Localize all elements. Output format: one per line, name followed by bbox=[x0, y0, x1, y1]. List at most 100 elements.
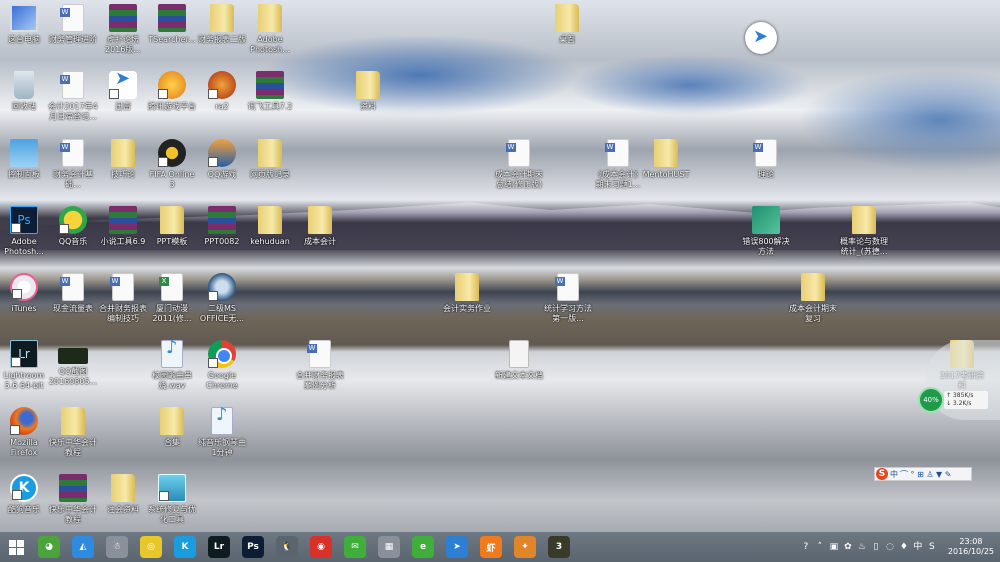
desktop-icon-ff[interactable]: Mozilla Firefox bbox=[0, 407, 50, 458]
desktop-icon-label: MentoHUST bbox=[642, 170, 690, 179]
desktop-icon-doc[interactable]: 理论 bbox=[740, 139, 792, 180]
desktop-icon-rar[interactable]: 快乐中华会计教程 bbox=[47, 474, 99, 525]
tray-icon[interactable]: ▣ bbox=[829, 542, 839, 553]
desktop-icon-folder[interactable]: kehuduan bbox=[244, 206, 296, 247]
desktop-icon-xls[interactable]: 厦门动漫2011(修... bbox=[146, 273, 198, 324]
desktop-icon-doc[interactable]: 财务管理进阶 bbox=[47, 4, 99, 45]
taskbar-app-baidu-netdisk[interactable]: ◭ bbox=[66, 532, 100, 562]
desktop-icon-bird[interactable]: 迅雷 bbox=[97, 71, 149, 112]
taskbar-app-360-browser[interactable]: ◕ bbox=[32, 532, 66, 562]
desktop-icon-folder[interactable]: 桌面 bbox=[541, 4, 593, 45]
desktop-icon-label: 回收站 bbox=[12, 102, 36, 111]
desktop-icon-doc[interactable]: 合并财务报表编制技巧 bbox=[97, 273, 149, 324]
desktop-icon-app[interactable]: 错误800解决方法 bbox=[740, 206, 792, 257]
desktop-icon-folder[interactable]: Adobe Photosh... bbox=[244, 4, 296, 55]
taskbar-app-qq-pet[interactable]: ☃ bbox=[100, 532, 134, 562]
sogou-ime-bar[interactable]: S 中 ⌒ ° ⊞ ♙ ▼ ✎ bbox=[874, 467, 972, 481]
tray-icon[interactable]: 中 bbox=[913, 542, 923, 553]
desktop-icon-folder[interactable]: 财务报表二版 bbox=[196, 4, 248, 45]
desktop-icon-doc[interactable]: 统计学习方法第一版... bbox=[542, 273, 594, 324]
taskbar-app-qq[interactable]: 🐧 bbox=[270, 532, 304, 562]
clock-date: 2016/10/25 bbox=[947, 547, 994, 556]
desktop-icon-folder[interactable]: 概率论与数理统计_(苏德... bbox=[838, 206, 890, 257]
rar-icon bbox=[256, 71, 284, 99]
desktop-icon-doc[interactable]: 现金流量表 bbox=[47, 273, 99, 314]
desktop-icon-doc[interactable]: 财务会计基础... bbox=[47, 139, 99, 190]
taskbar-clock[interactable]: 23:08 2016/10/25 bbox=[948, 537, 994, 557]
desktop-icon-folder[interactable]: 成本会计期末复习 bbox=[787, 273, 839, 324]
desktop-icon-bin[interactable]: 回收站 bbox=[0, 71, 50, 112]
desktop-icon-rar[interactable]: 小说工具6.9 bbox=[97, 206, 149, 247]
desktop-icon-folder[interactable]: 成本会计 bbox=[294, 206, 346, 247]
desktop-icon-audio[interactable]: 纯音乐钢琴曲1分钟 bbox=[196, 407, 248, 458]
desktop-icon-game[interactable]: 腾讯游戏平台 bbox=[146, 71, 198, 112]
desktop-icon-panel[interactable]: 控制面板 bbox=[0, 139, 50, 180]
baidu-netdisk-icon: ◭ bbox=[72, 536, 94, 558]
desktop-icon-rar[interactable]: 虎扑论坛2016版... bbox=[97, 4, 149, 55]
taskbar-app-netease-music[interactable]: ◉ bbox=[304, 532, 338, 562]
desktop-icon-txt[interactable]: 新建文本文档 bbox=[493, 340, 545, 381]
desktop-icon-folder[interactable]: 技巧论 bbox=[97, 139, 149, 180]
folder-icon bbox=[111, 139, 135, 167]
desktop-icon-chrome[interactable]: Google Chrome bbox=[196, 340, 248, 391]
start-button[interactable] bbox=[0, 532, 32, 562]
taskbar-app-photoshop[interactable]: Ps bbox=[236, 532, 270, 562]
desktop-icon-audio[interactable]: 校园歌曲串烧.wav bbox=[146, 340, 198, 391]
desktop-icon-folder[interactable]: PPT模板 bbox=[146, 206, 198, 247]
desktop-icon-folder[interactable]: 合集 bbox=[146, 407, 198, 448]
desktop-icon-doc[interactable]: 会计2017年4月日常登记... bbox=[47, 71, 99, 122]
tray-icon[interactable]: S bbox=[927, 542, 937, 553]
taskbar-app-kugou[interactable]: K bbox=[168, 532, 202, 562]
taskbar-app-tencent-game[interactable]: ✦ bbox=[508, 532, 542, 562]
desktop-icon-app2[interactable]: 二级MS OFFICE无... bbox=[196, 273, 248, 324]
taskbar-app-ie-360[interactable]: e bbox=[406, 532, 440, 562]
download-speed: ↓ 3.2K/s bbox=[946, 400, 972, 407]
desktop-icon-doc[interactable]: 《成本会计》期末习题1... bbox=[592, 139, 644, 190]
taskbar-app-xunlei[interactable]: ➤ bbox=[440, 532, 474, 562]
desktop-icon-label: 成本会计 bbox=[304, 237, 336, 246]
taskbar-app-qq-music[interactable]: ◎ bbox=[134, 532, 168, 562]
tray-icon[interactable]: ♦ bbox=[899, 542, 909, 553]
desktop-icon-folder[interactable]: 资料 bbox=[342, 71, 394, 112]
tray-icon[interactable]: ˄ bbox=[815, 542, 825, 553]
xunlei-float-icon[interactable] bbox=[745, 22, 777, 54]
tray-icon[interactable]: ✿ bbox=[843, 542, 853, 553]
taskbar-app-xiami[interactable]: 虾 bbox=[474, 532, 508, 562]
desktop-icon-qqmusic[interactable]: QQ音乐 bbox=[47, 206, 99, 247]
desktop-icon-doc[interactable]: 成本会计期末总结(修正版) bbox=[493, 139, 545, 190]
desktop-icon-pc[interactable]: 这台电脑 bbox=[0, 4, 50, 45]
network-usage-circle[interactable]: 40% bbox=[918, 387, 944, 413]
taskbar-app-lightroom[interactable]: Lr bbox=[202, 532, 236, 562]
taskbar-app-fifa[interactable]: 3 bbox=[542, 532, 576, 562]
taskbar-app-mail[interactable]: ▦ bbox=[372, 532, 406, 562]
upload-speed: ↑ 385K/s bbox=[946, 392, 974, 399]
desktop-icon-rar[interactable]: PPT0082 bbox=[196, 206, 248, 247]
desktop-icon-ps[interactable]: Adobe Photosh... bbox=[0, 206, 50, 257]
ime-toolbar-icons[interactable]: ⌒ ° ⊞ ♙ ▼ ✎ bbox=[900, 469, 951, 480]
desktop-icon-folder[interactable]: 网页版记录 bbox=[244, 139, 296, 180]
desktop-icon-folder[interactable]: 注会资料 bbox=[97, 474, 149, 515]
desktop-icon-lr[interactable]: Lightroom 5.6 64-bit bbox=[0, 340, 50, 391]
folder-icon bbox=[160, 206, 184, 234]
desktop-icon-rar[interactable]: 讯飞工具7.2 bbox=[244, 71, 296, 112]
desktop-icon-rar[interactable]: TSearcher... bbox=[146, 4, 198, 45]
desktop-icon-folder[interactable]: 会计实务作业 bbox=[441, 273, 493, 314]
desktop-icon-folder[interactable]: MentoHUST bbox=[640, 139, 692, 180]
desktop-icon-folder[interactable]: 快乐中华会计教程 bbox=[47, 407, 99, 458]
desktop-icon-img[interactable]: QQ截图20160805... bbox=[47, 340, 99, 387]
desktop-icon-doc[interactable]: 合并财务报表案例分析 bbox=[294, 340, 346, 391]
tray-icon[interactable]: ? bbox=[801, 542, 811, 553]
tray-icon[interactable]: ♨ bbox=[857, 542, 867, 553]
desktop-icon-qqgame[interactable]: QQ游戏 bbox=[196, 139, 248, 180]
desktop-icon-kugou[interactable]: 酷狗音乐 bbox=[0, 474, 50, 515]
sogou-logo-icon[interactable]: S bbox=[876, 468, 888, 480]
taskbar-app-wechat[interactable]: ✉ bbox=[338, 532, 372, 562]
ime-mode-toggle[interactable]: 中 bbox=[890, 469, 898, 480]
desktop-icon-itunes[interactable]: iTunes bbox=[0, 273, 50, 314]
tray-icon[interactable]: ▯ bbox=[871, 542, 881, 553]
desktop-icon-fifa[interactable]: FIFA Online 3 bbox=[146, 139, 198, 190]
desktop-icon-app3[interactable]: 系统修复与优化工具 bbox=[146, 474, 198, 525]
desktop-icon-ra2[interactable]: ra2 bbox=[196, 71, 248, 112]
kugou-icon: K bbox=[174, 536, 196, 558]
tray-icon[interactable]: ◌ bbox=[885, 542, 895, 553]
